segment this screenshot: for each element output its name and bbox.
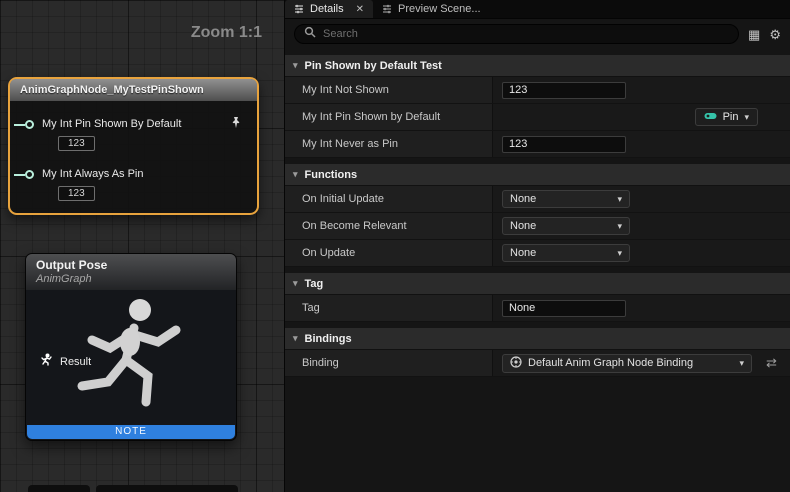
unreal-editor-window: Zoom 1:1 AnimGraphNode_MyTestPinShown My…	[0, 0, 790, 492]
offscreen-node-edge	[28, 485, 90, 492]
chevron-down-icon: ▾	[293, 169, 298, 180]
property-row: On Become Relevant None ▾	[285, 213, 790, 240]
section-title: Tag	[305, 278, 324, 290]
pin-value-box[interactable]: 123	[58, 136, 95, 151]
pin-group: My Int Always As Pin 123	[10, 166, 257, 201]
property-row: Binding Default Anim Graph Node Binding …	[285, 350, 790, 377]
tab-label: Preview Scene...	[398, 3, 481, 15]
on-initial-update-dropdown[interactable]: None ▾	[502, 190, 630, 208]
node-subtitle: AnimGraph	[36, 273, 236, 285]
section-title: Functions	[305, 169, 358, 181]
property-label: On Become Relevant	[302, 220, 407, 232]
property-row: Tag	[285, 295, 790, 322]
binding-dropdown[interactable]: Default Anim Graph Node Binding ▾	[502, 354, 752, 373]
property-row: My Int Not Shown	[285, 77, 790, 104]
property-label: My Int Not Shown	[302, 84, 389, 96]
pose-pin-icon	[40, 353, 53, 371]
section-title: Pin Shown by Default Test	[305, 60, 442, 72]
on-update-dropdown[interactable]: None ▾	[502, 244, 630, 262]
anim-graph-canvas[interactable]: Zoom 1:1 AnimGraphNode_MyTestPinShown My…	[0, 0, 285, 492]
node-body: My Int Pin Shown By Default 123 My Int A…	[10, 101, 257, 213]
result-pin-label: Result	[60, 356, 91, 368]
binding-icon	[510, 356, 522, 371]
tab-preview-scene[interactable]: Preview Scene...	[373, 0, 490, 18]
property-label: Tag	[302, 302, 320, 314]
node-title[interactable]: AnimGraphNode_MyTestPinShown	[10, 79, 257, 101]
offscreen-node-edge	[96, 485, 238, 492]
preview-scene-tab-icon	[382, 4, 392, 14]
on-become-relevant-dropdown[interactable]: None ▾	[502, 217, 630, 235]
dropdown-value: None	[510, 220, 536, 232]
property-label: My Int Pin Shown by Default	[302, 111, 440, 123]
property-row: My Int Never as Pin	[285, 131, 790, 158]
section-title: Bindings	[305, 333, 352, 345]
chevron-down-icon: ▾	[293, 333, 298, 344]
close-icon[interactable]: ✕	[356, 4, 364, 15]
chevron-down-icon: ▾	[739, 358, 744, 369]
details-panel: Details ✕ Preview Scene...	[285, 0, 790, 492]
tab-label: Details	[310, 3, 344, 15]
tag-input[interactable]	[502, 300, 626, 317]
property-row: On Update None ▾	[285, 240, 790, 267]
note-banner: NOTE	[27, 425, 235, 439]
node-header[interactable]: Output Pose AnimGraph	[26, 254, 236, 290]
section-functions[interactable]: ▾ Functions	[285, 164, 790, 186]
binding-value: Default Anim Graph Node Binding	[528, 357, 693, 369]
property-label: On Initial Update	[302, 193, 384, 205]
pin-mode-dropdown[interactable]: Pin ▾	[695, 108, 758, 126]
section-bindings[interactable]: ▾ Bindings	[285, 328, 790, 350]
int-pin-icon[interactable]	[25, 120, 34, 129]
chevron-down-icon: ▾	[617, 194, 622, 205]
pin-icon	[704, 111, 717, 123]
details-tab-icon	[294, 4, 304, 14]
pin-label: My Int Pin Shown By Default	[42, 118, 181, 130]
details-empty-area	[285, 377, 790, 492]
property-label: My Int Never as Pin	[302, 138, 398, 150]
tab-details[interactable]: Details ✕	[285, 0, 373, 18]
search-box[interactable]	[294, 24, 739, 44]
pin-label: My Int Always As Pin	[42, 168, 143, 180]
search-icon	[304, 25, 316, 43]
display-options-icon[interactable]: ▦	[748, 28, 760, 41]
pin-group: My Int Pin Shown By Default 123	[10, 116, 257, 151]
my-int-never-as-pin-input[interactable]	[502, 136, 626, 153]
search-row: ▦ ⚙	[285, 19, 790, 49]
section-pin-shown-by-default-test[interactable]: ▾ Pin Shown by Default Test	[285, 55, 790, 77]
chevron-down-icon: ▾	[617, 221, 622, 232]
pin-mode-value: Pin	[723, 111, 739, 123]
settings-gear-icon[interactable]: ⚙	[769, 28, 781, 41]
swap-arrow-icon[interactable]: ⇄	[766, 355, 777, 371]
dropdown-value: None	[510, 193, 536, 205]
chevron-down-icon: ▾	[744, 112, 749, 123]
property-row: My Int Pin Shown by Default Pin ▾	[285, 104, 790, 131]
result-pin[interactable]: Result	[40, 353, 91, 371]
property-row: On Initial Update None ▾	[285, 186, 790, 213]
property-label: On Update	[302, 247, 355, 259]
property-label: Binding	[302, 357, 339, 369]
node-output-pose[interactable]: Output Pose AnimGraph	[25, 253, 237, 441]
pin-toggle-icon[interactable]	[229, 116, 243, 130]
search-input[interactable]	[323, 28, 729, 40]
int-pin-icon[interactable]	[25, 170, 34, 179]
tab-bar: Details ✕ Preview Scene...	[285, 0, 790, 19]
chevron-down-icon: ▾	[617, 248, 622, 259]
chevron-down-icon: ▾	[293, 60, 298, 71]
node-title: Output Pose	[36, 258, 236, 272]
chevron-down-icon: ▾	[293, 278, 298, 289]
section-tag[interactable]: ▾ Tag	[285, 273, 790, 295]
my-int-not-shown-input[interactable]	[502, 82, 626, 99]
node-animgraphnode-mytestpinshown[interactable]: AnimGraphNode_MyTestPinShown My Int Pin …	[8, 77, 259, 215]
pin-value-box[interactable]: 123	[58, 186, 95, 201]
dropdown-value: None	[510, 247, 536, 259]
zoom-level-label: Zoom 1:1	[191, 24, 262, 42]
